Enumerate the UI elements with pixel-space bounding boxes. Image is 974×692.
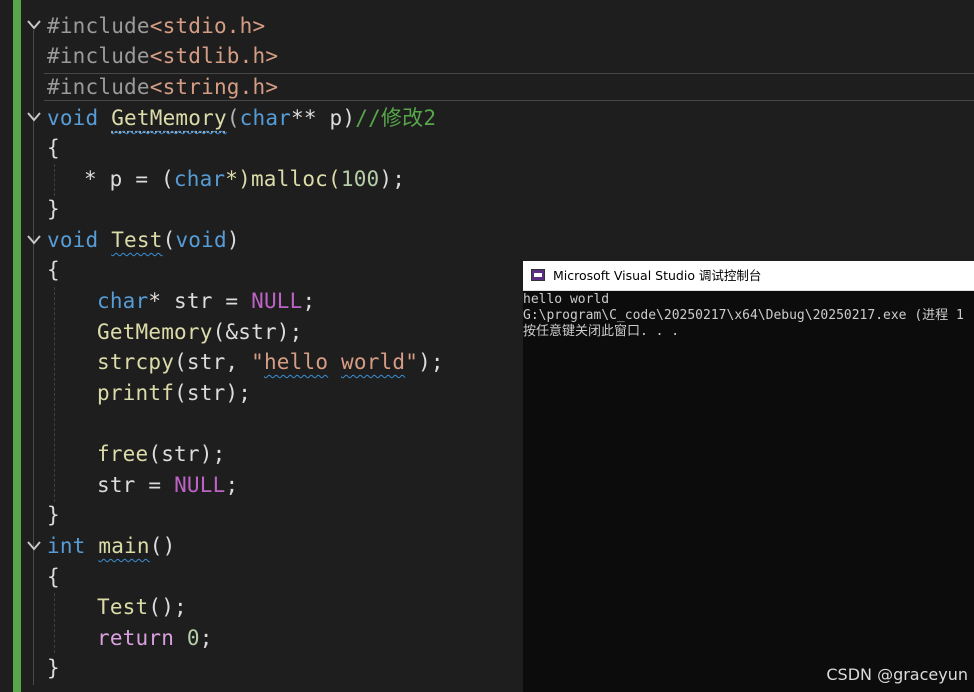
function-call: free	[97, 442, 149, 466]
code-text: str =	[97, 473, 175, 497]
code-text: );	[379, 167, 406, 191]
console-line: 按任意键关闭此窗口. . .	[523, 324, 680, 339]
punctuation: )	[226, 228, 240, 252]
code-line-16: }	[47, 500, 60, 530]
function-call: GetMemory	[97, 320, 213, 344]
punctuation: ()	[149, 534, 176, 558]
console-title-bar[interactable]: Microsoft Visual Studio 调试控制台	[523, 261, 974, 291]
preprocessor-directive: #include	[47, 14, 150, 38]
string-quote: "	[251, 350, 264, 374]
include-path: <stdlib.h>	[149, 44, 279, 68]
code-line-4: void GetMemory(char** p)//修改2	[47, 103, 436, 133]
code-text: ();	[148, 595, 187, 619]
code-line-14: free(str);	[97, 439, 225, 469]
code-text: ;	[302, 289, 316, 313]
keyword: void	[47, 106, 99, 130]
code-line-2: #include<stdlib.h>	[47, 41, 278, 71]
string-literal	[328, 350, 341, 374]
code-text: (&str);	[212, 320, 303, 344]
function-name[interactable]: main	[98, 534, 149, 558]
console-line: hello world	[523, 292, 610, 307]
parameter: ** p)	[291, 106, 356, 130]
code-line-3: #include<string.h>	[47, 72, 278, 102]
code-line-17: int main()	[47, 531, 175, 561]
indent-guide	[54, 164, 55, 196]
code-line-15: str = NULL;	[97, 470, 238, 500]
console-output[interactable]: hello world G:\program\C_code\20250217\x…	[523, 292, 974, 340]
console-line: G:\program\C_code\20250217\x64\Debug\202…	[523, 308, 964, 323]
code-text: * p = (	[84, 167, 174, 191]
preprocessor-directive: #include	[47, 75, 150, 99]
function-name[interactable]: Test	[111, 228, 162, 252]
function-call: Test	[97, 595, 149, 619]
code-line-12: strcpy(str, "hello world");	[97, 347, 444, 377]
debug-console-window[interactable]: Microsoft Visual Studio 调试控制台 hello worl…	[523, 261, 974, 692]
string-literal: world	[341, 350, 406, 374]
code-line-9: {	[47, 255, 60, 285]
code-line-20: return 0;	[97, 623, 213, 653]
collapse-icon[interactable]	[26, 110, 42, 124]
open-brace: {	[47, 258, 60, 282]
code-line-13: printf(str);	[97, 378, 251, 408]
code-text: (str,	[174, 350, 252, 374]
preprocessor-directive: #include	[47, 44, 150, 68]
number-literal: 100	[340, 167, 380, 191]
change-tracking-bar	[13, 0, 21, 692]
function-call: printf	[97, 381, 175, 405]
string-quote: "	[405, 350, 419, 374]
console-title: Microsoft Visual Studio 调试控制台	[553, 268, 762, 283]
punctuation: (	[226, 106, 240, 130]
code-line-19: Test();	[97, 592, 187, 622]
macro: NULL	[251, 289, 303, 313]
indent-guide	[54, 287, 55, 502]
keyword: int	[47, 534, 86, 558]
close-brace: }	[47, 197, 60, 221]
type-keyword: char	[173, 167, 226, 191]
code-text: ;	[225, 473, 239, 497]
code-line-5: {	[47, 133, 60, 163]
collapse-icon[interactable]	[26, 233, 42, 247]
code-line-11: GetMemory(&str);	[97, 317, 303, 347]
close-brace: }	[47, 656, 60, 680]
control-keyword: return	[97, 626, 175, 650]
console-app-icon	[531, 269, 545, 281]
open-brace: {	[47, 565, 60, 589]
type-keyword: void	[175, 228, 227, 252]
include-path: <stdio.h>	[149, 14, 266, 38]
code-text: *)malloc(	[225, 167, 341, 191]
function-name[interactable]: GetMemory	[111, 106, 227, 130]
macro: NULL	[174, 473, 226, 497]
close-brace: }	[47, 503, 60, 527]
open-brace: {	[47, 136, 60, 160]
comment: //修改2	[355, 106, 437, 130]
type-keyword: char	[239, 106, 292, 130]
code-line-6: * p = (char*)malloc(100);	[84, 164, 405, 194]
collapse-icon[interactable]	[26, 539, 42, 553]
include-path: <string.h>	[149, 75, 279, 99]
string-literal: hello	[263, 350, 329, 374]
code-line-18: {	[47, 562, 60, 592]
code-text: (str);	[148, 442, 226, 466]
type-keyword: char	[97, 289, 149, 313]
punctuation: (	[162, 228, 176, 252]
code-line-1: #include<stdio.h>	[47, 11, 265, 41]
code-text: (str);	[174, 381, 252, 405]
code-text: ;	[199, 626, 213, 650]
number-literal: 0	[186, 626, 200, 650]
code-line-7: }	[47, 194, 60, 224]
indent-guide	[54, 593, 55, 653]
keyword: void	[47, 228, 99, 252]
code-text: );	[418, 350, 444, 374]
code-line-8: void Test(void)	[47, 225, 240, 255]
code-line-10: char* str = NULL;	[97, 286, 315, 316]
code-line-21: }	[47, 653, 60, 683]
outline-guide	[33, 30, 34, 685]
function-call: strcpy	[97, 350, 175, 374]
collapse-icon[interactable]	[26, 18, 42, 32]
code-text: * str =	[148, 289, 252, 313]
watermark: CSDN @graceyun	[826, 665, 968, 684]
